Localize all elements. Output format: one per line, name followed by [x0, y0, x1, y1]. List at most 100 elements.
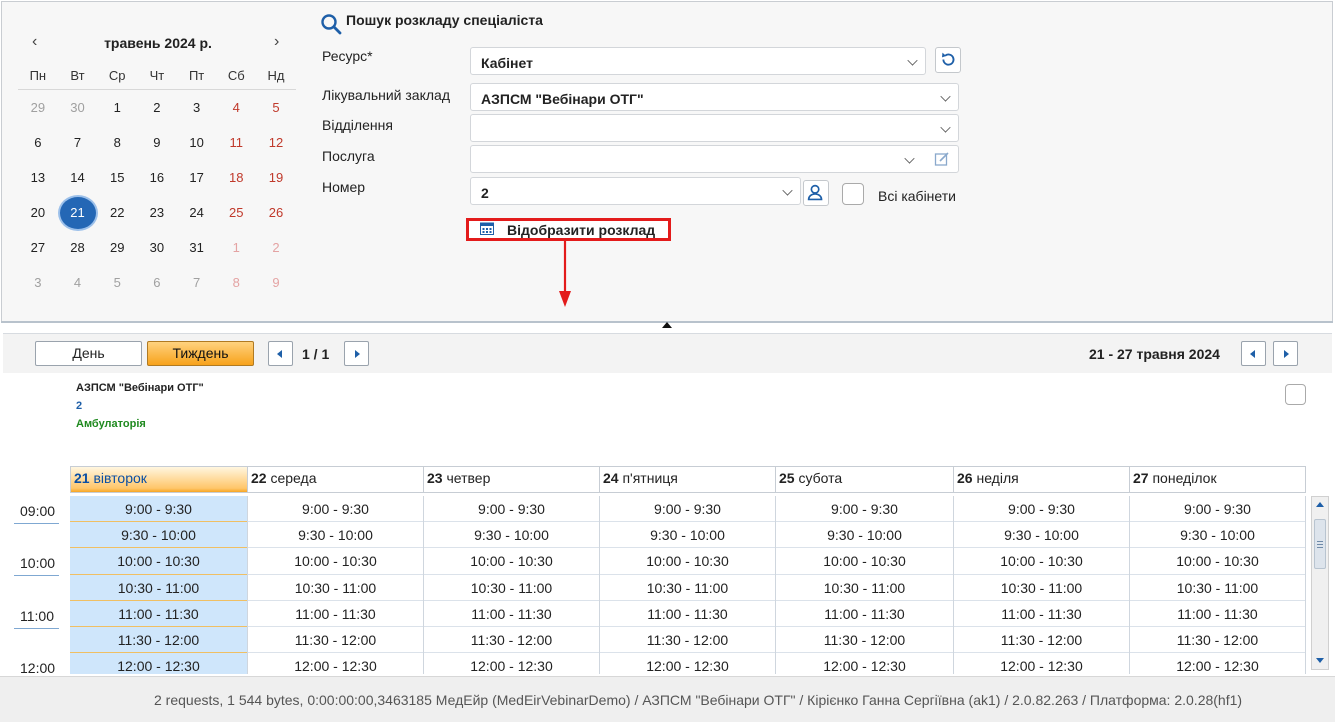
day-header[interactable]: 24 п'ятниця	[600, 466, 776, 493]
time-slot[interactable]: 12:00 - 12:30	[1130, 653, 1305, 674]
calendar-day[interactable]: 6	[137, 275, 177, 290]
collapse-panel-icon[interactable]	[662, 322, 672, 328]
calendar-day[interactable]: 5	[97, 275, 137, 290]
reset-button[interactable]	[935, 47, 961, 73]
resource-select[interactable]: Кабінет	[470, 47, 926, 75]
day-header[interactable]: 26 неділя	[954, 466, 1130, 493]
time-slot[interactable]: 11:00 - 11:30	[954, 600, 1129, 627]
time-slot[interactable]: 11:00 - 11:30	[248, 600, 423, 627]
calendar-day[interactable]: 1	[216, 240, 256, 255]
calendar-day[interactable]: 13	[18, 170, 58, 185]
time-slot[interactable]: 12:00 - 12:30	[954, 653, 1129, 674]
calendar-day[interactable]: 14	[58, 170, 98, 185]
scroll-down-icon[interactable]	[1316, 658, 1324, 663]
calendar-day[interactable]: 23	[137, 205, 177, 220]
calendar-prev-month-button[interactable]: ‹	[32, 33, 37, 51]
calendar-day[interactable]: 26	[256, 205, 296, 220]
schedule-scrollbar[interactable]	[1311, 496, 1329, 670]
time-slot[interactable]: 10:30 - 11:00	[600, 574, 775, 601]
calendar-day[interactable]: 30	[58, 100, 98, 115]
time-slot[interactable]: 10:00 - 10:30	[954, 548, 1129, 575]
time-slot[interactable]: 11:30 - 12:00	[776, 626, 953, 654]
time-slot[interactable]: 11:00 - 11:30	[600, 600, 775, 627]
day-view-button[interactable]: День	[35, 341, 142, 366]
calendar-day[interactable]: 16	[137, 170, 177, 185]
time-slot[interactable]: 10:00 - 10:30	[1130, 548, 1305, 575]
calendar-day[interactable]: 18	[216, 170, 256, 185]
all-cabinets-checkbox[interactable]	[842, 183, 864, 205]
week-view-button[interactable]: Тиждень	[147, 341, 254, 366]
edit-icon[interactable]	[934, 151, 950, 167]
time-slot[interactable]: 12:00 - 12:30	[776, 653, 953, 674]
time-slot[interactable]: 10:00 - 10:30	[600, 548, 775, 575]
next-week-button[interactable]	[1273, 341, 1298, 366]
calendar-day[interactable]: 17	[177, 170, 217, 185]
day-header[interactable]: 27 понеділок	[1130, 466, 1306, 493]
calendar-day[interactable]: 11	[216, 135, 256, 150]
time-slot[interactable]: 11:30 - 12:00	[954, 626, 1129, 654]
time-slot[interactable]: 9:30 - 10:00	[1130, 522, 1305, 549]
calendar-day[interactable]: 4	[58, 275, 98, 290]
time-slot[interactable]: 12:00 - 12:30	[600, 653, 775, 674]
calendar-day[interactable]: 4	[216, 100, 256, 115]
scroll-up-icon[interactable]	[1316, 502, 1324, 507]
calendar-day[interactable]: 31	[177, 240, 217, 255]
time-slot[interactable]: 9:30 - 10:00	[776, 522, 953, 549]
time-slot[interactable]: 11:30 - 12:00	[424, 626, 599, 654]
calendar-day[interactable]: 24	[177, 205, 217, 220]
time-slot[interactable]: 10:30 - 11:00	[776, 574, 953, 601]
calendar-day[interactable]: 8	[97, 135, 137, 150]
calendar-day[interactable]: 9	[137, 135, 177, 150]
time-slot[interactable]: 10:30 - 11:00	[70, 574, 247, 601]
calendar-day[interactable]: 6	[18, 135, 58, 150]
time-slot[interactable]: 10:30 - 11:00	[424, 574, 599, 601]
time-slot[interactable]: 12:00 - 12:30	[70, 653, 247, 674]
prev-page-button[interactable]	[268, 341, 293, 366]
time-slot[interactable]: 9:30 - 10:00	[954, 522, 1129, 549]
calendar-day[interactable]: 25	[216, 205, 256, 220]
day-header[interactable]: 22 середа	[248, 466, 424, 493]
calendar-day[interactable]: 28	[58, 240, 98, 255]
time-slot[interactable]: 10:30 - 11:00	[1130, 574, 1305, 601]
time-slot[interactable]: 12:00 - 12:30	[248, 653, 423, 674]
time-slot[interactable]: 9:00 - 9:30	[600, 496, 775, 523]
time-slot[interactable]: 10:30 - 11:00	[248, 574, 423, 601]
time-slot[interactable]: 10:00 - 10:30	[70, 548, 247, 575]
time-slot[interactable]: 9:30 - 10:00	[248, 522, 423, 549]
department-select[interactable]	[470, 114, 959, 142]
facility-select[interactable]: АЗПСМ "Вебінари ОТГ"	[470, 83, 959, 111]
calendar-day[interactable]: 1	[97, 100, 137, 115]
time-slot[interactable]: 11:30 - 12:00	[248, 626, 423, 654]
time-slot[interactable]: 9:00 - 9:30	[1130, 496, 1305, 523]
calendar-day[interactable]: 22	[97, 205, 137, 220]
calendar-day[interactable]: 15	[97, 170, 137, 185]
time-slot[interactable]: 11:00 - 11:30	[1130, 600, 1305, 627]
calendar-next-month-button[interactable]: ›	[274, 33, 279, 51]
time-slot[interactable]: 9:00 - 9:30	[954, 496, 1129, 523]
calendar-day[interactable]: 27	[18, 240, 58, 255]
calendar-day[interactable]: 19	[256, 170, 296, 185]
resource-select-checkbox[interactable]	[1285, 384, 1306, 405]
time-slot[interactable]: 9:00 - 9:30	[70, 496, 247, 523]
time-slot[interactable]: 9:30 - 10:00	[424, 522, 599, 549]
time-slot[interactable]: 11:00 - 11:30	[776, 600, 953, 627]
calendar-day[interactable]: 2	[256, 240, 296, 255]
calendar-day[interactable]: 10	[177, 135, 217, 150]
time-slot[interactable]: 9:30 - 10:00	[70, 522, 247, 549]
show-schedule-button[interactable]: Відобразити розклад	[466, 218, 671, 241]
time-slot[interactable]: 9:00 - 9:30	[424, 496, 599, 523]
time-slot[interactable]: 9:00 - 9:30	[776, 496, 953, 523]
time-slot[interactable]: 10:00 - 10:30	[424, 548, 599, 575]
time-slot[interactable]: 11:30 - 12:00	[600, 626, 775, 654]
next-page-button[interactable]	[344, 341, 369, 366]
calendar-day[interactable]: 30	[137, 240, 177, 255]
time-slot[interactable]: 10:00 - 10:30	[248, 548, 423, 575]
calendar-day[interactable]: 29	[97, 240, 137, 255]
time-slot[interactable]: 11:30 - 12:00	[1130, 626, 1305, 654]
time-slot[interactable]: 10:30 - 11:00	[954, 574, 1129, 601]
calendar-day[interactable]: 9	[256, 275, 296, 290]
number-select[interactable]: 2	[470, 177, 801, 205]
prev-week-button[interactable]	[1241, 341, 1266, 366]
time-slot[interactable]: 9:30 - 10:00	[600, 522, 775, 549]
day-header[interactable]: 25 субота	[776, 466, 954, 493]
